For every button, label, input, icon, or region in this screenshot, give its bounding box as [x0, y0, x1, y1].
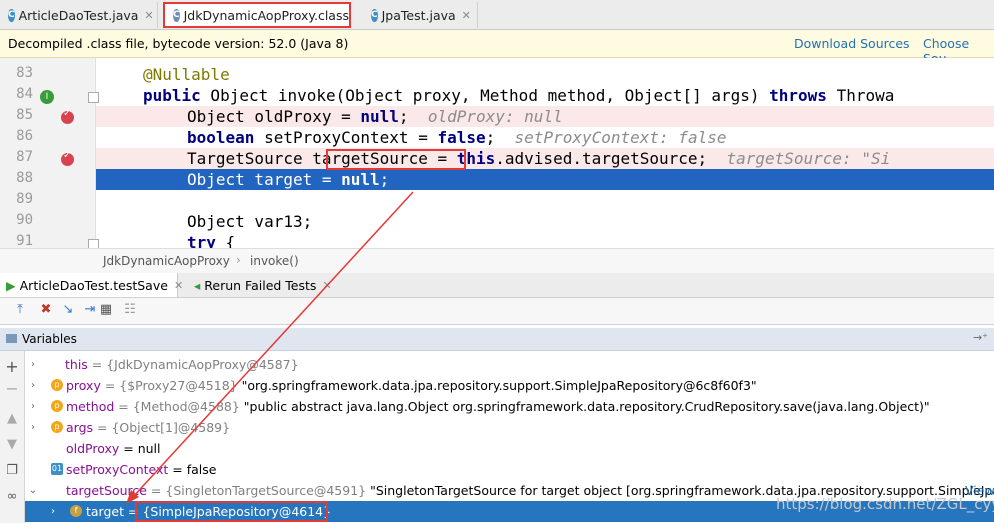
watermark: https://blog.csdn.net/ZGL_cyy: [776, 495, 994, 513]
annotation-arrow: [126, 191, 414, 504]
